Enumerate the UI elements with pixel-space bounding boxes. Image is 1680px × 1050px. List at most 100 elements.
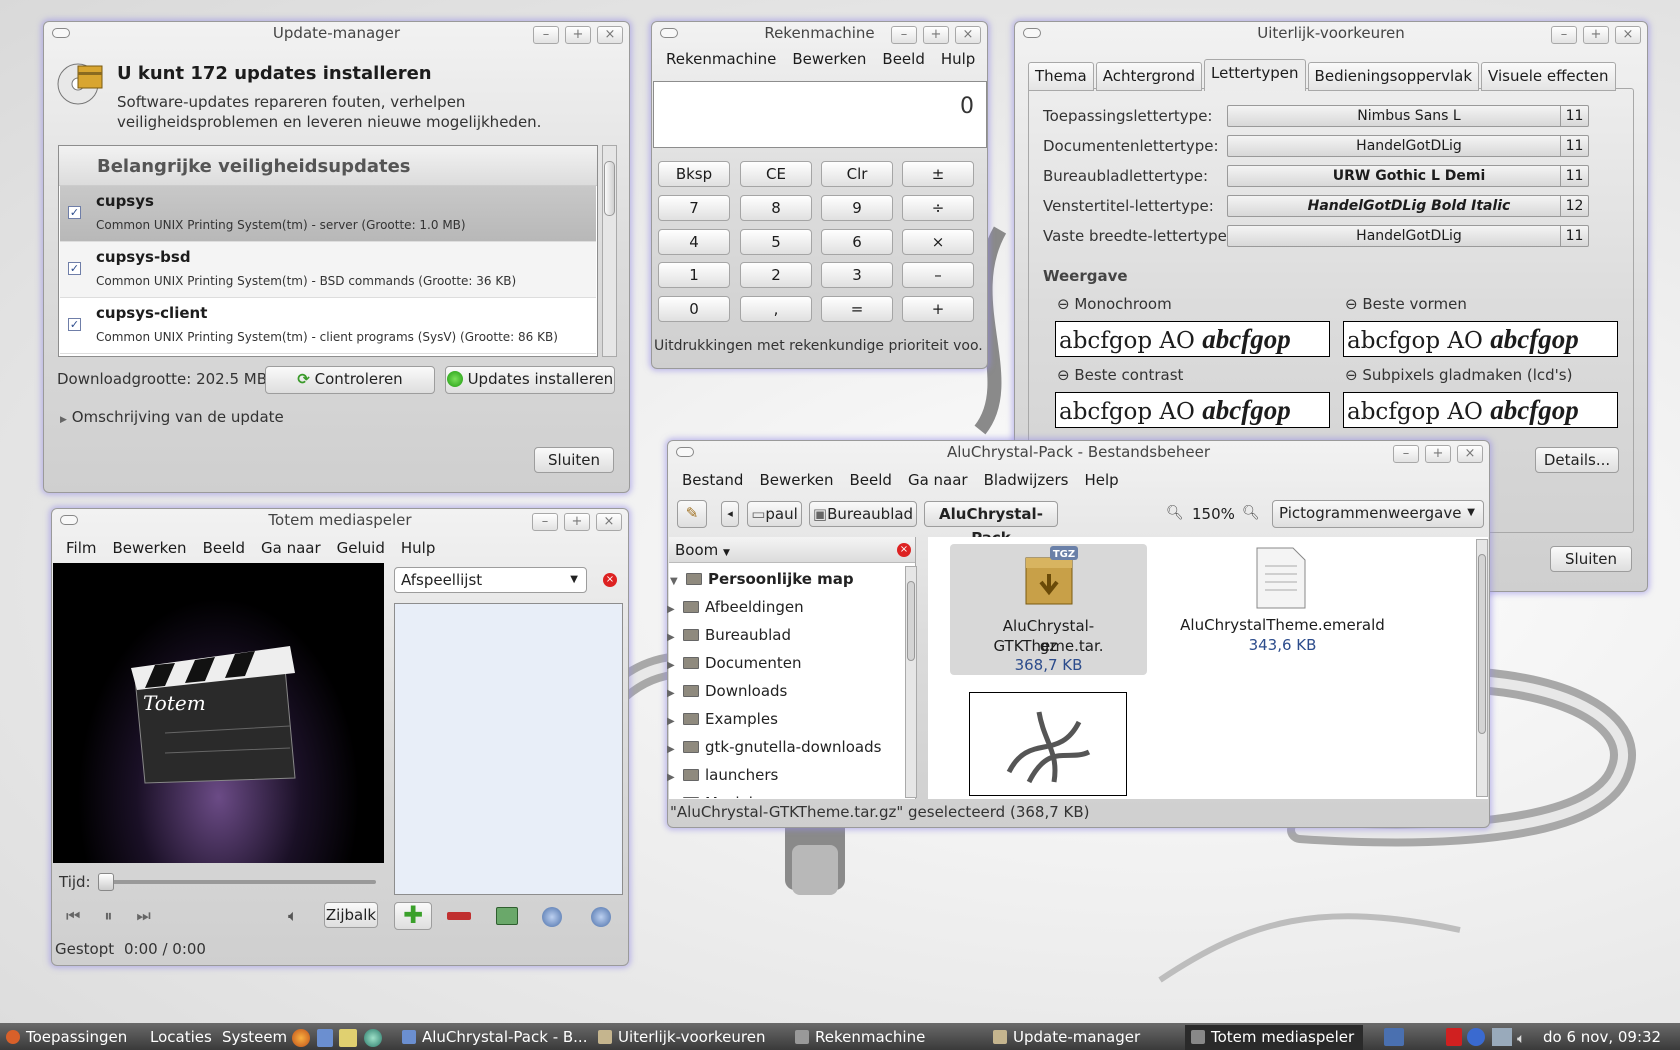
menu-beeld[interactable]: Beeld — [874, 50, 932, 68]
zoom-out-icon[interactable]: 🔍︎ — [1166, 505, 1184, 521]
appearance-close-button[interactable]: Sluiten — [1550, 546, 1632, 572]
maximize-button[interactable]: + — [564, 513, 590, 531]
playlist-select[interactable]: Afspeellijst ▼ — [394, 567, 587, 593]
menu-system[interactable]: Systeem — [222, 1025, 287, 1050]
minimize-button[interactable]: – — [1551, 26, 1577, 44]
calc-key[interactable]: 5 — [740, 229, 812, 255]
tools-launcher-icon[interactable] — [339, 1029, 357, 1047]
minimize-button[interactable]: – — [1393, 445, 1419, 463]
task-update-manager[interactable]: Update-manager — [993, 1025, 1140, 1050]
calc-key[interactable]: 3 — [821, 262, 893, 288]
tree-item[interactable]: ▶ Afbeeldingen — [667, 594, 804, 620]
menu-geluid[interactable]: Geluid — [329, 539, 393, 557]
zoom-level[interactable]: 150% — [1192, 505, 1235, 523]
window-menu-icon[interactable] — [1023, 28, 1041, 38]
zoom-in-icon[interactable]: 🔍︎ — [1242, 505, 1260, 521]
tree-item[interactable]: ▶ Documenten — [667, 650, 801, 676]
menu-ga-naar[interactable]: Ga naar — [253, 539, 329, 557]
menu-places[interactable]: Locaties — [150, 1025, 212, 1050]
window-title-font-button[interactable]: HandelGotDLig Bold Italic 12 — [1227, 195, 1589, 217]
update-description-expander[interactable]: ▶ Omschrijving van de update — [60, 408, 284, 426]
path-button-desktop[interactable]: ▣Bureaublad — [809, 501, 917, 527]
calc-key[interactable]: ± — [902, 161, 974, 187]
option-best-shapes[interactable]: ⊖ Beste vormen — [1345, 295, 1467, 313]
option-monochrome[interactable]: ⊖ Monochroom — [1057, 295, 1172, 313]
document-launcher-icon[interactable] — [317, 1029, 333, 1047]
calc-key[interactable]: 9 — [821, 195, 893, 221]
update-manager-titlebar[interactable]: Update-manager – + × — [44, 22, 629, 46]
move-down-icon[interactable] — [591, 907, 611, 927]
menu-hulp[interactable]: Hulp — [393, 539, 443, 557]
close-button[interactable]: × — [597, 26, 623, 44]
menu-help[interactable]: Help — [1076, 471, 1126, 489]
sidebar-toggle-button[interactable]: Zijbalk — [324, 902, 378, 928]
calc-key[interactable]: Clr — [821, 161, 893, 187]
font-sample-best-contrast[interactable]: abcfgop AO abcfgop — [1055, 392, 1330, 428]
calc-key[interactable]: 2 — [740, 262, 812, 288]
update-close-button[interactable]: Sluiten — [534, 447, 614, 473]
calc-key[interactable]: 7 — [658, 195, 730, 221]
window-menu-icon[interactable] — [660, 28, 678, 38]
pause-icon[interactable]: ⏸ — [104, 906, 136, 925]
close-button[interactable]: × — [596, 513, 622, 531]
calc-key[interactable]: 8 — [740, 195, 812, 221]
bluetooth-icon[interactable] — [1467, 1028, 1485, 1046]
network-icon[interactable] — [1492, 1028, 1512, 1046]
tree-item[interactable]: ▶ Examples — [667, 706, 778, 732]
maximize-button[interactable]: + — [565, 26, 591, 44]
playlist-remove-icon[interactable] — [447, 912, 471, 920]
update-list-scrollbar[interactable] — [602, 145, 617, 357]
menu-film[interactable]: Film — [58, 539, 104, 557]
maximize-button[interactable]: + — [1583, 26, 1609, 44]
close-button[interactable]: × — [1615, 26, 1641, 44]
application-font-button[interactable]: Nimbus Sans L 11 — [1227, 105, 1589, 127]
menu-beeld[interactable]: Beeld — [195, 539, 253, 557]
path-back-button[interactable]: ◂ — [721, 501, 739, 527]
maximize-button[interactable]: + — [1425, 445, 1451, 463]
window-menu-icon[interactable] — [676, 447, 694, 457]
menu-ga-naar[interactable]: Ga naar — [900, 471, 976, 489]
menu-bestand[interactable]: Bestand — [674, 471, 751, 489]
minimize-button[interactable]: – — [533, 26, 559, 44]
calc-key[interactable]: 6 — [821, 229, 893, 255]
check-button[interactable]: ⟳ Controleren — [265, 366, 435, 394]
appearance-titlebar[interactable]: Uiterlijk-voorkeuren – + × — [1015, 22, 1647, 46]
tab-visuele-effecten[interactable]: Visuele effecten — [1481, 62, 1616, 91]
file-manager-titlebar[interactable]: AluChrystal-Pack - Bestandsbeheer – + × — [668, 441, 1489, 465]
next-icon[interactable]: ⏭ — [136, 906, 174, 925]
calc-key[interactable]: CE — [740, 161, 812, 187]
update-checkbox[interactable]: ✓ — [68, 318, 81, 331]
task-file-manager[interactable]: AluChrystal-Pack - B... — [402, 1025, 587, 1050]
tree-item[interactable]: ▶ Downloads — [667, 678, 787, 704]
calc-key[interactable]: × — [902, 229, 974, 255]
calc-key[interactable]: 1 — [658, 262, 730, 288]
update-row[interactable]: ✓ cupsys-client Common UNIX Printing Sys… — [60, 298, 596, 354]
update-checkbox[interactable]: ✓ — [68, 206, 81, 219]
menu-bladwijzers[interactable]: Bladwijzers — [976, 471, 1077, 489]
menu-bewerken[interactable]: Bewerken — [784, 50, 874, 68]
calc-key[interactable]: – — [902, 262, 974, 288]
icon-view-scrollbar[interactable] — [1476, 539, 1488, 797]
task-appearance[interactable]: Uiterlijk-voorkeuren — [598, 1025, 765, 1050]
location-toggle-button[interactable]: ✎ — [677, 500, 707, 528]
path-button-current[interactable]: AluChrystal-Pack — [924, 501, 1058, 547]
close-button[interactable]: × — [955, 26, 981, 44]
tab-achtergrond[interactable]: Achtergrond — [1095, 62, 1203, 91]
calc-key[interactable]: , — [740, 296, 812, 322]
tab-lettertypen[interactable]: Lettertypen — [1204, 59, 1306, 91]
calc-key[interactable]: 0 — [658, 296, 730, 322]
font-sample-monochrome[interactable]: abcfgop AO abcfgop — [1055, 321, 1330, 357]
playlist-add-button[interactable]: ✚ — [394, 902, 432, 930]
option-subpixel[interactable]: ⊖ Subpixels gladmaken (lcd's) — [1345, 366, 1572, 384]
minimize-button[interactable]: – — [891, 26, 917, 44]
close-sidebar-icon[interactable]: × — [603, 573, 617, 587]
close-sidebar-icon[interactable]: × — [897, 543, 911, 557]
update-row[interactable]: ✓ cupsys Common UNIX Printing System(tm)… — [60, 186, 596, 242]
calc-key[interactable]: + — [902, 296, 974, 322]
tab-bedieningsoppervlak[interactable]: Bedieningsoppervlak — [1307, 62, 1480, 91]
tree-item[interactable]: ▶ Bureaublad — [667, 622, 791, 648]
previous-icon[interactable]: ⏮ — [66, 906, 104, 925]
details-button[interactable]: Details... — [1535, 447, 1619, 473]
menu-applications[interactable]: Toepassingen — [6, 1025, 127, 1050]
move-up-icon[interactable] — [542, 907, 562, 927]
